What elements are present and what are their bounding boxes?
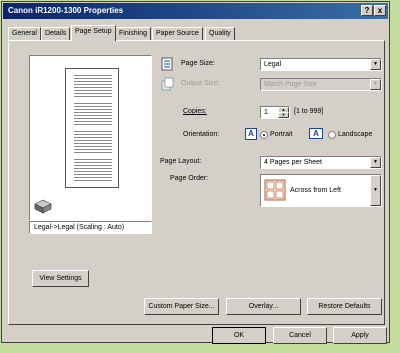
chevron-down-icon: ▼ [370, 157, 381, 168]
output-size-select[interactable]: Match Page Size ▼ [260, 78, 382, 91]
tab-details[interactable]: Details [41, 27, 71, 40]
copies-label: Copies: [183, 108, 207, 115]
page-order-label: Page Order: [170, 175, 209, 182]
landscape-label: Landscape [338, 131, 373, 138]
page-order-value: Across from Left [290, 187, 341, 194]
apply-button[interactable]: Apply [333, 327, 387, 344]
overlay-button[interactable]: Overlay... [226, 298, 301, 315]
preview-sheet [65, 68, 119, 188]
page-layout-label: Page Layout: [160, 158, 202, 165]
page-order-select[interactable]: Across from Left ▼ [260, 174, 382, 207]
tab-finishing[interactable]: Finishing [115, 27, 152, 40]
preview-page-3 [74, 131, 112, 155]
chevron-down-icon: ▼ [370, 59, 381, 70]
printer-icon [34, 199, 52, 214]
output-size-value: Match Page Size [264, 81, 317, 88]
page-layout-value: 4 Pages per Sheet [264, 159, 322, 166]
copies-value: 1 [264, 109, 268, 116]
output-size-label: Output Size: [181, 80, 220, 87]
page-layout-select[interactable]: 4 Pages per Sheet ▼ [260, 156, 382, 169]
page-preview [29, 55, 152, 221]
help-icon[interactable]: ? [361, 5, 373, 16]
portrait-radio[interactable] [260, 131, 268, 139]
close-icon[interactable]: x [374, 5, 386, 16]
copies-stepper[interactable]: 1 ▲ ▼ [260, 106, 290, 119]
window-title: Canon iR1200-1300 Properties [8, 6, 124, 15]
orientation-label: Orientation: [183, 131, 220, 138]
portrait-icon: A [245, 128, 257, 140]
copies-range: [1 to 999] [294, 108, 324, 115]
tab-page-setup[interactable]: Page Setup [71, 25, 116, 41]
tab-paper-source[interactable]: Paper Source [152, 27, 203, 40]
page-size-label: Page Size: [181, 60, 215, 67]
landscape-radio[interactable] [328, 131, 336, 139]
view-settings-button[interactable]: View Settings [32, 270, 89, 287]
preview-page-4 [74, 159, 112, 183]
restore-defaults-button[interactable]: Restore Defaults [307, 298, 382, 315]
title-bar: Canon iR1200-1300 Properties ? x [3, 3, 388, 19]
preview-caption: Legal->Legal (Scaling : Auto) [29, 221, 152, 234]
preview-page-1 [74, 75, 112, 99]
portrait-label: Portrait [270, 131, 293, 138]
page-size-value: Legal [264, 61, 282, 68]
output-size-icon [161, 77, 174, 91]
custom-paper-size-button[interactable]: Custom Paper Size... [144, 298, 219, 315]
printer-properties-dialog: Canon iR1200-1300 Properties ? x General… [1, 1, 390, 344]
chevron-down-icon: ▼ [370, 79, 381, 90]
tab-quality[interactable]: Quality [205, 27, 235, 40]
stepper-down-icon[interactable]: ▼ [278, 112, 289, 118]
page-size-select[interactable]: Legal ▼ [260, 58, 382, 71]
ok-button[interactable]: OK [212, 327, 266, 344]
landscape-icon: A [309, 128, 323, 139]
cancel-button[interactable]: Cancel [273, 327, 327, 344]
tab-general[interactable]: General [8, 27, 41, 40]
preview-page-2 [74, 103, 112, 127]
chevron-down-icon: ▼ [370, 175, 381, 206]
page-size-icon [161, 57, 173, 71]
page-order-icon [264, 179, 286, 201]
